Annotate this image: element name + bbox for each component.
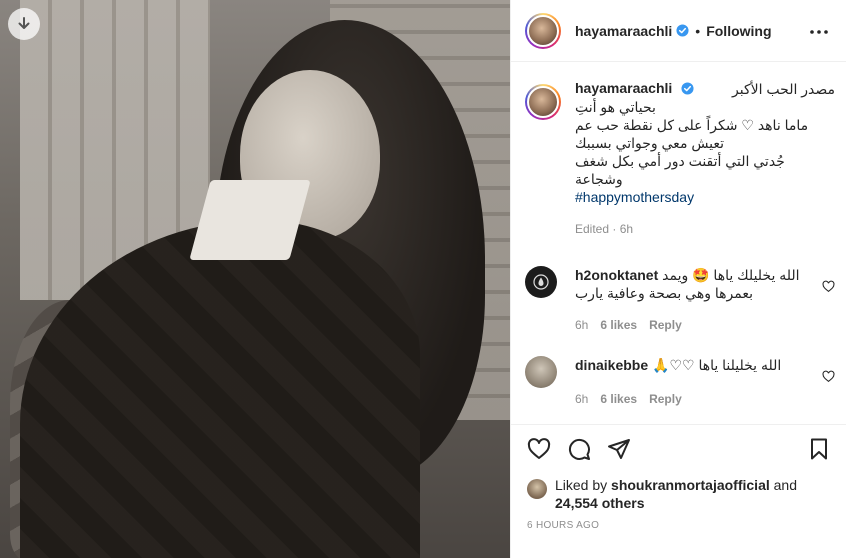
liker-username[interactable]: shoukranmortajaofficial — [611, 477, 770, 493]
comment-likes[interactable]: 6 likes — [600, 390, 637, 408]
likes-prefix: Liked by — [555, 477, 608, 493]
comment-item: h2onoktanet الله يخليلك ياها 🤩 ويمد بعمر… — [525, 266, 835, 334]
following-button[interactable]: Following — [706, 23, 771, 39]
likes-others-count[interactable]: 24,554 others — [555, 495, 645, 511]
share-button[interactable] — [607, 437, 631, 461]
comment-time[interactable]: 6h — [575, 316, 588, 334]
comment-like-heart-icon[interactable] — [822, 280, 835, 293]
likes-joiner: and — [773, 477, 797, 493]
like-button[interactable] — [527, 437, 551, 461]
author-username[interactable]: hayamaraachli — [575, 23, 672, 39]
comment-button[interactable] — [567, 437, 591, 461]
save-button[interactable] — [807, 437, 831, 461]
verified-icon — [681, 82, 694, 95]
verified-icon — [676, 24, 689, 37]
caption-line: ماما ناهد ♡ شكراً على كل نقطة حب عم — [575, 117, 809, 133]
comment-time[interactable]: 6h — [575, 390, 588, 408]
caption-line: بحياتي هو أنتِ — [575, 99, 656, 115]
commenter-avatar[interactable] — [525, 266, 557, 298]
comment-reply-button[interactable]: Reply — [649, 316, 682, 334]
likes-summary: Liked by shoukranmortajaofficial and 24,… — [527, 476, 837, 512]
comment-icon — [568, 438, 590, 460]
caption-username[interactable]: hayamaraachli — [575, 80, 672, 96]
share-icon — [608, 438, 630, 459]
caption-line: جُدتي التي أتقنت دور أمي بكل شغف — [575, 153, 785, 169]
post-caption: hayamaraachli مصدر الحب الأكبر بحياتي هو… — [525, 80, 835, 236]
author-avatar[interactable] — [525, 12, 561, 49]
bookmark-icon — [811, 438, 827, 460]
heart-icon — [527, 437, 551, 459]
comment-text: الله يخليلنا ياها ♡♡🙏 — [652, 357, 782, 373]
comment-reply-button[interactable]: Reply — [649, 390, 682, 408]
commenter-avatar[interactable] — [525, 356, 557, 388]
caption-author-avatar-image — [527, 86, 559, 118]
post-timestamp[interactable]: 6 HOURS AGO — [527, 520, 599, 531]
header-separator: • — [695, 22, 701, 39]
caption-edited-meta: Edited · 6h — [575, 222, 634, 236]
comment-item: dinaikebbe الله يخليلنا ياها ♡♡🙏 6h 6 li… — [525, 356, 835, 408]
hashtag-link[interactable]: #happymothersday — [575, 188, 835, 206]
post-actions-bar — [511, 424, 846, 472]
caption-line: مصدر الحب الأكبر — [732, 81, 835, 97]
caption-line: تعيش معي وجواتي بسببك — [575, 135, 725, 151]
instagram-post-modal: hayamaraachli • Following hayamaraachli — [0, 0, 846, 558]
comment-username[interactable]: dinaikebbe — [575, 357, 648, 373]
more-icon — [810, 30, 828, 34]
download-button[interactable] — [8, 8, 40, 40]
post-side-panel: hayamaraachli • Following hayamaraachli — [510, 0, 846, 558]
liker-avatar[interactable] — [527, 479, 547, 499]
more-options-button[interactable] — [809, 22, 829, 42]
water-drop-icon — [533, 274, 549, 290]
comment-like-heart-icon[interactable] — [822, 370, 835, 383]
caption-line: وشجاعة — [575, 171, 623, 187]
comment-username[interactable]: h2onoktanet — [575, 267, 658, 283]
post-header: hayamaraachli • Following — [511, 0, 846, 62]
post-photo[interactable] — [0, 0, 510, 558]
author-avatar-image — [527, 14, 559, 47]
comment-likes[interactable]: 6 likes — [600, 316, 637, 334]
caption-author-avatar[interactable] — [525, 84, 561, 120]
download-icon — [18, 17, 30, 29]
